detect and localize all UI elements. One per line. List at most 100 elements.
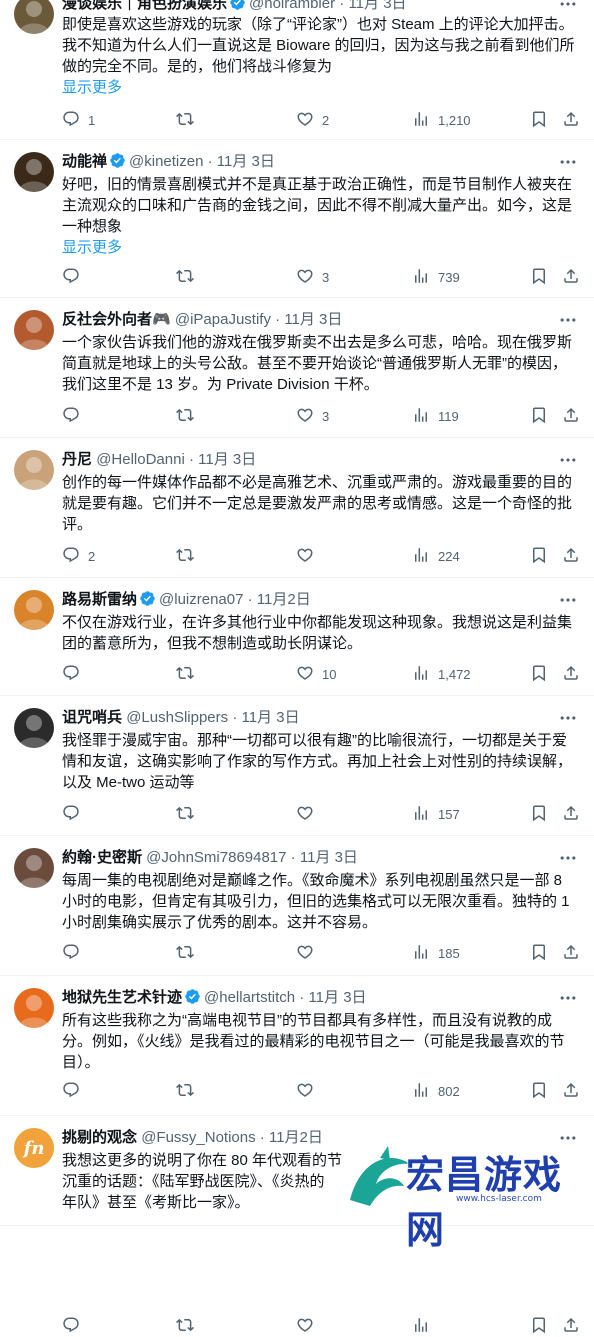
bookmark-button[interactable]	[530, 406, 548, 426]
avatar[interactable]: fn	[14, 1128, 54, 1168]
like-button[interactable]: 3	[296, 406, 329, 426]
retweet-button[interactable]	[176, 1316, 194, 1336]
avatar[interactable]	[14, 0, 54, 34]
views-button[interactable]: 739	[412, 267, 460, 287]
like-button[interactable]: 2	[296, 110, 329, 130]
share-button[interactable]	[562, 110, 580, 130]
share-button[interactable]	[562, 664, 580, 684]
share-button[interactable]	[562, 1316, 580, 1336]
reply-tweet[interactable]: 約翰·史密斯 @JohnSmi78694817 · 11月 3日 每周一集的电视…	[0, 836, 594, 976]
share-button[interactable]	[562, 804, 580, 824]
share-button[interactable]	[562, 943, 580, 963]
display-name[interactable]: 挑剔的观念	[62, 1129, 137, 1146]
like-button[interactable]	[296, 804, 314, 824]
user-handle[interactable]: @kinetizen	[129, 153, 203, 170]
bookmark-button[interactable]	[530, 1316, 548, 1336]
tweet-date[interactable]: 11月2日	[257, 591, 311, 608]
more-options-icon[interactable]	[558, 450, 578, 470]
avatar[interactable]	[14, 310, 54, 350]
more-options-icon[interactable]	[558, 152, 578, 172]
reply-tweet[interactable]: 路易斯雷纳 @luizrena07 · 11月2日 不仅在游戏行业，在许多其他行业…	[0, 578, 594, 696]
display-name[interactable]: 诅咒哨兵	[62, 709, 122, 726]
views-button[interactable]: 119	[412, 406, 459, 426]
reply-button[interactable]	[62, 664, 80, 684]
bookmark-button[interactable]	[530, 804, 548, 824]
display-name[interactable]: 漫谈娱乐｜角色扮演娱乐	[62, 0, 227, 12]
retweet-button[interactable]	[176, 1081, 194, 1101]
share-button[interactable]	[562, 1081, 580, 1101]
like-button[interactable]: 3	[296, 267, 329, 287]
avatar[interactable]	[14, 590, 54, 630]
more-options-icon[interactable]	[558, 0, 578, 14]
show-more-link[interactable]: 显示更多	[62, 77, 578, 98]
more-options-icon[interactable]	[558, 310, 578, 330]
reply-tweet[interactable]: 地狱先生艺术针迹 @hellartstitch · 11月 3日 所有这些我称之为…	[0, 976, 594, 1116]
views-button[interactable]: 1,472	[412, 664, 471, 684]
views-button[interactable]: 1,210	[412, 110, 471, 130]
reply-tweet[interactable]: fn 挑剔的观念 @Fussy_Notions · 11月2日 我想这更多的说明…	[0, 1116, 594, 1333]
bookmark-button[interactable]	[530, 1081, 548, 1101]
bookmark-button[interactable]	[530, 110, 548, 130]
retweet-button[interactable]	[176, 110, 194, 130]
tweet-date[interactable]: 11月 3日	[300, 849, 358, 866]
retweet-button[interactable]	[176, 943, 194, 963]
like-button[interactable]	[296, 1081, 314, 1101]
reply-tweet[interactable]: 反社会外向者🎮 @iPapaJustify · 11月 3日 一个家伙告诉我们他…	[0, 298, 594, 438]
display-name[interactable]: 路易斯雷纳	[62, 591, 137, 608]
bookmark-button[interactable]	[530, 267, 548, 287]
share-button[interactable]	[562, 267, 580, 287]
share-button[interactable]	[562, 406, 580, 426]
more-options-icon[interactable]	[558, 988, 578, 1008]
show-more-link[interactable]: 显示更多	[62, 237, 578, 258]
more-options-icon[interactable]	[558, 590, 578, 610]
retweet-button[interactable]	[176, 406, 194, 426]
reply-button[interactable]: 2	[62, 546, 95, 566]
retweet-button[interactable]	[176, 267, 194, 287]
avatar[interactable]	[14, 988, 54, 1028]
tweet-date[interactable]: 11月2日	[269, 1129, 323, 1146]
user-handle[interactable]: @luizrena07	[159, 591, 243, 608]
reply-button[interactable]	[62, 406, 80, 426]
user-handle[interactable]: @LushSlippers	[126, 709, 228, 726]
reply-button[interactable]	[62, 267, 80, 287]
display-name[interactable]: 地狱先生艺术针迹	[62, 989, 182, 1006]
like-button[interactable]	[296, 943, 314, 963]
views-button[interactable]: 224	[412, 546, 460, 566]
user-handle[interactable]: @JohnSmi78694817	[146, 849, 286, 866]
reply-button[interactable]	[62, 1081, 80, 1101]
reply-button[interactable]	[62, 943, 80, 963]
bookmark-button[interactable]	[530, 664, 548, 684]
user-handle[interactable]: @hellartstitch	[204, 989, 295, 1006]
reply-tweet[interactable]: 诅咒哨兵 @LushSlippers · 11月 3日 我怪罪于漫威宇宙。那种“…	[0, 696, 594, 836]
user-handle[interactable]: @HelloDanni	[96, 451, 185, 468]
like-button[interactable]: 10	[296, 664, 336, 684]
display-name[interactable]: 約翰·史密斯	[62, 849, 142, 866]
bookmark-button[interactable]	[530, 546, 548, 566]
reply-button[interactable]: 1	[62, 110, 95, 130]
bookmark-button[interactable]	[530, 943, 548, 963]
tweet-date[interactable]: 11月 3日	[284, 311, 342, 328]
user-handle[interactable]: @Fussy_Notions	[141, 1129, 255, 1146]
views-button[interactable]: 157	[412, 804, 460, 824]
views-button[interactable]	[412, 1316, 430, 1336]
avatar[interactable]	[14, 152, 54, 192]
more-options-icon[interactable]	[558, 848, 578, 868]
reply-tweet[interactable]: 丹尼 @HelloDanni · 11月 3日 创作的每一件媒体作品都不必是高雅…	[0, 438, 594, 578]
user-handle[interactable]: @iPapaJustify	[175, 311, 271, 328]
avatar[interactable]	[14, 708, 54, 748]
like-button[interactable]	[296, 546, 314, 566]
tweet-date[interactable]: 11月 3日	[217, 153, 275, 170]
retweet-button[interactable]	[176, 804, 194, 824]
tweet-date[interactable]: 11月 3日	[348, 0, 406, 12]
avatar[interactable]	[14, 848, 54, 888]
reply-tweet[interactable]: 动能禅 @kinetizen · 11月 3日 好吧，旧的情景喜剧模式并不是真正基…	[0, 140, 594, 298]
more-options-icon[interactable]	[558, 708, 578, 728]
share-button[interactable]	[562, 546, 580, 566]
tweet-date[interactable]: 11月 3日	[198, 451, 256, 468]
tweet-date[interactable]: 11月 3日	[241, 709, 299, 726]
reply-button[interactable]	[62, 804, 80, 824]
more-options-icon[interactable]	[558, 1128, 578, 1148]
display-name[interactable]: 反社会外向者🎮	[62, 311, 171, 328]
retweet-button[interactable]	[176, 664, 194, 684]
tweet-date[interactable]: 11月 3日	[308, 989, 366, 1006]
